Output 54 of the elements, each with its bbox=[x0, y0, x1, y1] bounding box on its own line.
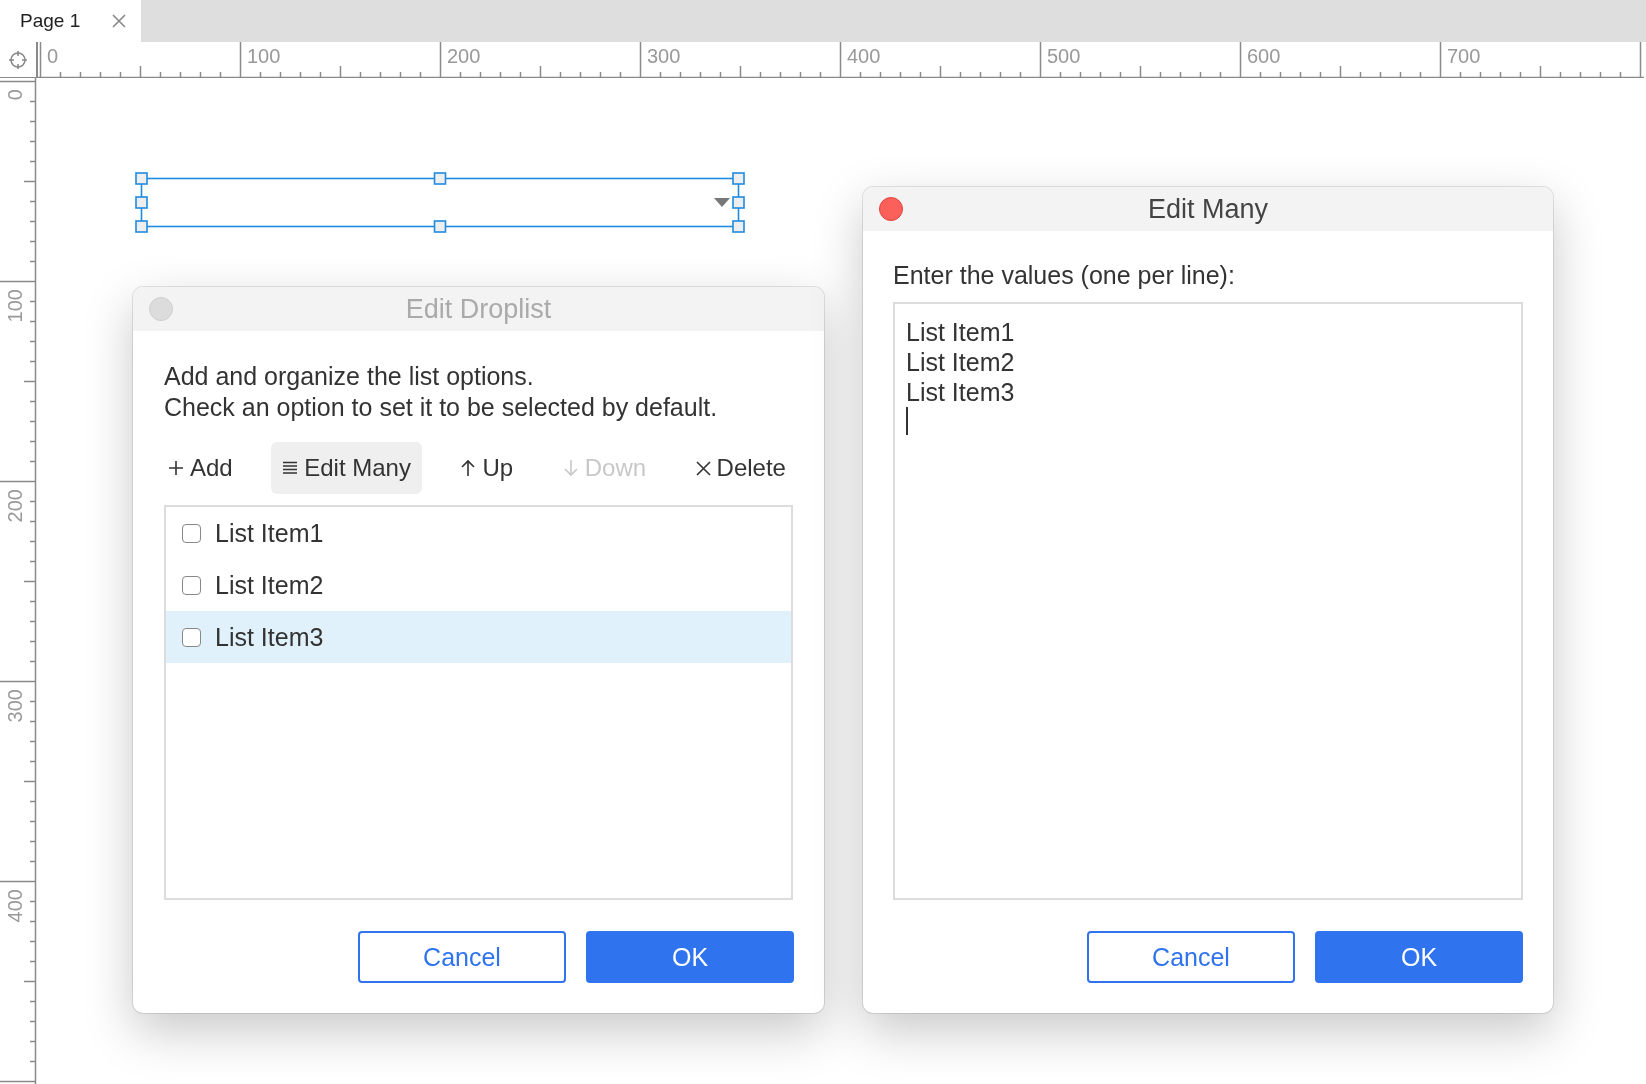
item-label: List Item2 bbox=[215, 570, 324, 600]
checkbox[interactable] bbox=[182, 627, 201, 647]
arrow-up-icon bbox=[460, 459, 477, 477]
ruler-label: 500 bbox=[1047, 45, 1081, 67]
resize-handle[interactable] bbox=[135, 220, 148, 233]
ruler-label: 400 bbox=[4, 889, 26, 923]
resize-handle[interactable] bbox=[732, 196, 745, 209]
resize-handle[interactable] bbox=[433, 172, 447, 185]
ruler-label: 100 bbox=[247, 45, 281, 67]
dialog-title: Edit Many bbox=[1147, 193, 1269, 225]
arrow-down-icon bbox=[562, 459, 579, 477]
ruler-label: 200 bbox=[447, 45, 481, 67]
checkbox[interactable] bbox=[182, 523, 201, 543]
caret-icon bbox=[714, 198, 730, 207]
ruler-label: 600 bbox=[1247, 45, 1281, 67]
toolbar-button[interactable]: Edit Many bbox=[271, 442, 422, 494]
values-field[interactable]: List Item1 List Item2 List Item3 bbox=[893, 302, 1523, 900]
resize-handle[interactable] bbox=[433, 220, 447, 233]
droplist-widget[interactable] bbox=[135, 172, 745, 233]
ruler-label: 100 bbox=[4, 289, 26, 323]
prompt-text: Enter the values (one per line): bbox=[892, 260, 1236, 290]
plus-icon bbox=[168, 460, 184, 476]
resize-handle[interactable] bbox=[135, 196, 148, 209]
close-button[interactable] bbox=[879, 197, 903, 221]
list-item[interactable]: List Item1 bbox=[166, 507, 791, 559]
ruler-label: 0 bbox=[47, 45, 59, 67]
ruler-label: 700 bbox=[1447, 45, 1481, 67]
resize-handle[interactable] bbox=[135, 172, 148, 185]
toolbar-button[interactable]: Up bbox=[449, 442, 525, 494]
instructions-text: Add and organize the list options. Check an option to set it to be selected by default. bbox=[163, 361, 719, 423]
list-item[interactable]: List Item3 bbox=[166, 611, 791, 663]
resize-handle[interactable] bbox=[732, 220, 745, 233]
ruler-label: 0 bbox=[4, 89, 26, 101]
item-label: List Item1 bbox=[215, 518, 324, 548]
close-icon[interactable] bbox=[111, 13, 127, 29]
resize-handle[interactable] bbox=[732, 172, 745, 185]
item-label: List Item3 bbox=[215, 622, 324, 652]
crosshair-icon[interactable] bbox=[8, 49, 28, 70]
ruler-label: 400 bbox=[847, 45, 881, 67]
ok-button[interactable]: OK bbox=[1315, 931, 1523, 983]
cancel-button[interactable]: Cancel bbox=[1087, 931, 1295, 983]
ruler-label: 300 bbox=[647, 45, 681, 67]
toolbar-button[interactable]: Delete bbox=[684, 442, 797, 494]
ruler-label: 200 bbox=[4, 489, 26, 523]
close-icon bbox=[695, 460, 711, 476]
list-item[interactable]: List Item2 bbox=[166, 559, 791, 611]
page-tab[interactable]: Page 1 bbox=[0, 0, 141, 42]
ruler-label: 300 bbox=[4, 689, 26, 723]
lines-icon bbox=[282, 460, 299, 476]
dialog-title: Edit Droplist bbox=[405, 293, 552, 325]
cancel-button[interactable]: Cancel bbox=[358, 931, 566, 983]
toolbar-button[interactable]: Add bbox=[157, 442, 244, 494]
checkbox[interactable] bbox=[182, 575, 201, 595]
ok-button[interactable]: OK bbox=[586, 931, 794, 983]
